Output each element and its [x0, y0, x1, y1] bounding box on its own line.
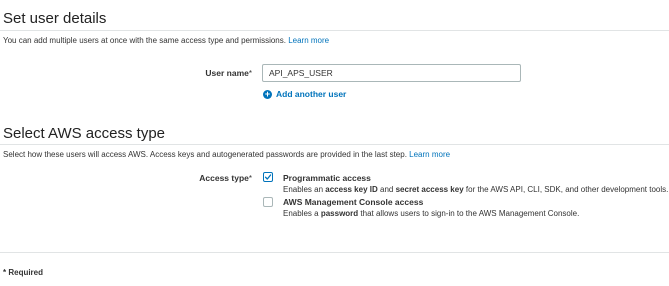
option-desc-bold: password [320, 209, 359, 218]
user-name-label: User name* [160, 68, 252, 78]
console-access-checkbox[interactable] [263, 197, 273, 207]
option-desc-text: that allows users to sign-in to the AWS … [360, 209, 580, 218]
section-divider [0, 30, 669, 31]
user-name-label-text: User name [205, 68, 249, 78]
section-title-access-type: Select AWS access type [3, 125, 166, 142]
required-star: * [248, 174, 252, 183]
option-desc-text: Enables a [283, 209, 319, 218]
option-desc-text: for the AWS API, CLI, SDK, and other dev… [465, 185, 669, 194]
plus-circle-icon: + [263, 88, 272, 99]
section-divider [0, 144, 669, 145]
option-desc-text: Enables an [283, 185, 324, 194]
user-name-input[interactable] [262, 64, 521, 82]
programmatic-access-checkbox[interactable] [263, 172, 273, 182]
required-note: * Required [3, 268, 44, 277]
access-type-label-text: Access type [199, 173, 249, 183]
access-type-description-text: Select how these users will access AWS. … [3, 150, 407, 159]
user-details-description-text: You can add multiple users at once with … [3, 36, 286, 45]
footer-divider [0, 252, 669, 253]
add-another-user-label: Add another user [276, 89, 347, 99]
option-desc-bold: secret access key [395, 185, 464, 194]
required-star: * [248, 69, 252, 78]
access-type-label: Access type* [160, 173, 252, 183]
learn-more-link[interactable]: Learn more [288, 36, 329, 45]
option-desc-text: and [380, 185, 394, 194]
learn-more-link[interactable]: Learn more [409, 150, 450, 159]
user-details-description: You can add multiple users at once with … [3, 36, 329, 45]
access-type-description: Select how these users will access AWS. … [3, 150, 450, 159]
section-title-user-details: Set user details [3, 10, 107, 27]
programmatic-access-description: Enables an access key ID and secret acce… [283, 185, 668, 194]
option-desc-bold: access key ID [325, 185, 378, 194]
add-another-user-button[interactable]: + Add another user [263, 89, 346, 99]
check-icon [264, 174, 272, 180]
programmatic-access-title[interactable]: Programmatic access [283, 173, 371, 183]
console-access-description: Enables a password that allows users to … [283, 209, 579, 218]
console-access-title[interactable]: AWS Management Console access [283, 197, 423, 207]
